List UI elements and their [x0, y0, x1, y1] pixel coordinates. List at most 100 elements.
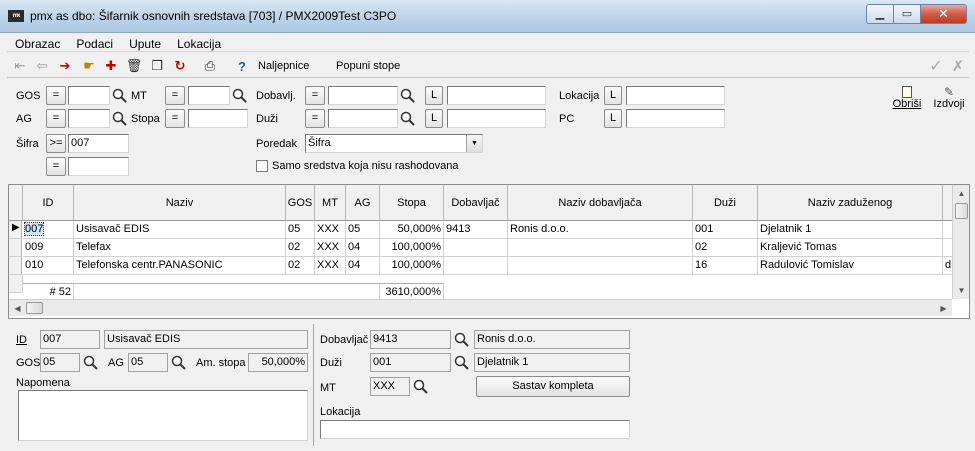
col-header-duzi[interactable]: Duži	[693, 185, 758, 221]
table-cell[interactable]: 100,000%	[380, 239, 444, 257]
vertical-scroll-thumb[interactable]	[955, 203, 968, 219]
table-cell[interactable]: Usisavač EDIS	[74, 221, 286, 239]
table-cell[interactable]: 50,000%	[380, 221, 444, 239]
row-indicator[interactable]	[9, 257, 22, 275]
table-cell[interactable]: 100,000%	[380, 257, 444, 275]
table-cell[interactable]: XXX	[315, 257, 346, 275]
dobavljac-search-icon[interactable]	[398, 86, 416, 105]
detail-ag-field[interactable]: 05	[128, 353, 168, 372]
table-cell[interactable]: Ronis d.o.o.	[508, 221, 693, 239]
scroll-right-icon[interactable]: ▶	[935, 300, 952, 317]
table-cell[interactable]: 02	[693, 239, 758, 257]
col-header-id[interactable]: ID	[23, 185, 74, 221]
ag-operator-button[interactable]: =	[46, 109, 66, 128]
last-record-icon[interactable]: ☛	[80, 57, 98, 75]
sifra-to-input[interactable]	[68, 157, 129, 176]
detail-duzi-search-icon[interactable]	[452, 353, 470, 372]
detail-duzi-field[interactable]: 001	[370, 353, 451, 372]
table-cell[interactable]: Radulović Tomislav	[758, 257, 943, 275]
duzi-filter-input[interactable]	[328, 109, 398, 128]
detail-dobavljac-name-field[interactable]: Ronis d.o.o.	[474, 330, 630, 349]
dobavljac-filter-input[interactable]	[328, 86, 398, 105]
duzi-list-button[interactable]: L	[425, 109, 443, 128]
col-header-naziv-zaduzenog[interactable]: Naziv zaduženog	[758, 185, 943, 221]
scroll-left-icon[interactable]: ◀	[9, 300, 26, 317]
table-cell[interactable]	[508, 257, 693, 275]
minimize-button[interactable]: ▁	[866, 4, 894, 24]
table-cell[interactable]: 007	[23, 221, 74, 239]
labels-button[interactable]: Naljepnice	[258, 60, 309, 72]
first-record-icon[interactable]: ⇤	[11, 57, 29, 75]
menu-lokacija[interactable]: Lokacija	[169, 34, 229, 52]
scroll-up-icon[interactable]: ▲	[953, 185, 969, 202]
prev-record-icon[interactable]: ⇦	[33, 57, 51, 75]
delete-trash-icon[interactable]: 🗑	[125, 57, 143, 75]
sifra-operator-button[interactable]: >=	[46, 134, 66, 153]
close-button[interactable]: ✕	[921, 4, 967, 24]
table-cell[interactable]: Telefax	[74, 239, 286, 257]
col-header-naziv-dobavljaca[interactable]: Naziv dobavljača	[508, 185, 693, 221]
sifra-to-operator-button[interactable]: =	[46, 157, 66, 176]
table-cell[interactable]	[444, 239, 508, 257]
detail-id-field[interactable]: 007	[40, 330, 100, 349]
sifra-from-input[interactable]: 007	[68, 134, 129, 153]
next-record-icon[interactable]: ➔	[56, 57, 74, 75]
obrisi-button[interactable]: Obriši	[891, 86, 923, 116]
col-header-dobavljac[interactable]: Dobavljač	[444, 185, 508, 221]
gos-filter-input[interactable]	[68, 86, 110, 105]
table-cell[interactable]	[444, 257, 508, 275]
new-record-icon[interactable]: ✚	[102, 57, 120, 75]
help-icon[interactable]: ?	[233, 57, 251, 75]
grid-vertical-scrollbar[interactable]: ▲ ▼	[952, 185, 969, 299]
col-header-mt[interactable]: MT	[315, 185, 346, 221]
table-cell[interactable]: 05	[286, 221, 315, 239]
menu-podaci[interactable]: Podaci	[68, 34, 121, 52]
current-row-indicator[interactable]: ▶	[9, 221, 22, 239]
print-icon[interactable]: ⎙	[201, 57, 219, 75]
detail-dobavljac-field[interactable]: 9413	[370, 330, 451, 349]
detail-lokacija-field[interactable]	[320, 420, 630, 439]
table-cell[interactable]: 001	[693, 221, 758, 239]
table-cell[interactable]: 009	[23, 239, 74, 257]
duzi-operator-button[interactable]: =	[305, 109, 325, 128]
detail-am-stopa-field[interactable]: 50,000%	[248, 353, 308, 372]
ag-search-icon[interactable]	[110, 109, 128, 128]
stopa-operator-button[interactable]: =	[165, 109, 185, 128]
stopa-filter-input[interactable]	[188, 109, 248, 128]
table-cell[interactable]: Telefonska centr.PANASONIC	[74, 257, 286, 275]
detail-gos-search-icon[interactable]	[81, 353, 99, 372]
mt-filter-input[interactable]	[188, 86, 230, 105]
grid-horizontal-scrollbar[interactable]: ◀ ▶	[9, 299, 952, 316]
detail-mt-field[interactable]: XXX	[370, 377, 410, 396]
lokacija-list-button[interactable]: L	[604, 86, 622, 105]
table-cell[interactable]: XXX	[315, 239, 346, 257]
table-cell[interactable]: 16	[693, 257, 758, 275]
title-bar[interactable]: mx pmx as dbo: Šifarnik osnovnih sredsta…	[0, 0, 975, 33]
napomena-textarea[interactable]	[18, 390, 308, 441]
dobavljac-list-button[interactable]: L	[425, 86, 443, 105]
gos-search-icon[interactable]	[110, 86, 128, 105]
gos-operator-button[interactable]: =	[46, 86, 66, 105]
table-cell[interactable]: 04	[346, 257, 380, 275]
table-cell[interactable]: 05	[346, 221, 380, 239]
table-cell[interactable]: 02	[286, 257, 315, 275]
table-cell[interactable]: 010	[23, 257, 74, 275]
duzi-name-filter-input[interactable]	[447, 109, 546, 128]
dobavljac-operator-button[interactable]: =	[305, 86, 325, 105]
horizontal-scroll-thumb[interactable]	[26, 302, 43, 314]
detail-gos-field[interactable]: 05	[40, 353, 80, 372]
scroll-down-icon[interactable]: ▼	[953, 282, 969, 299]
detail-ag-search-icon[interactable]	[169, 353, 187, 372]
col-header-stopa[interactable]: Stopa	[380, 185, 444, 221]
table-cell[interactable]: Kraljević Tomas	[758, 239, 943, 257]
only-active-checkbox[interactable]	[256, 160, 268, 172]
col-header-gos[interactable]: GOS	[286, 185, 315, 221]
copy-records-icon[interactable]: ❐	[148, 57, 166, 75]
pc-filter-input[interactable]	[626, 109, 725, 128]
table-cell[interactable]	[508, 239, 693, 257]
pc-list-button[interactable]: L	[604, 109, 622, 128]
fill-rates-button[interactable]: Popuni stope	[336, 60, 400, 72]
table-cell[interactable]: 02	[286, 239, 315, 257]
table-cell[interactable]: XXX	[315, 221, 346, 239]
dobavljac-name-filter-input[interactable]	[447, 86, 546, 105]
